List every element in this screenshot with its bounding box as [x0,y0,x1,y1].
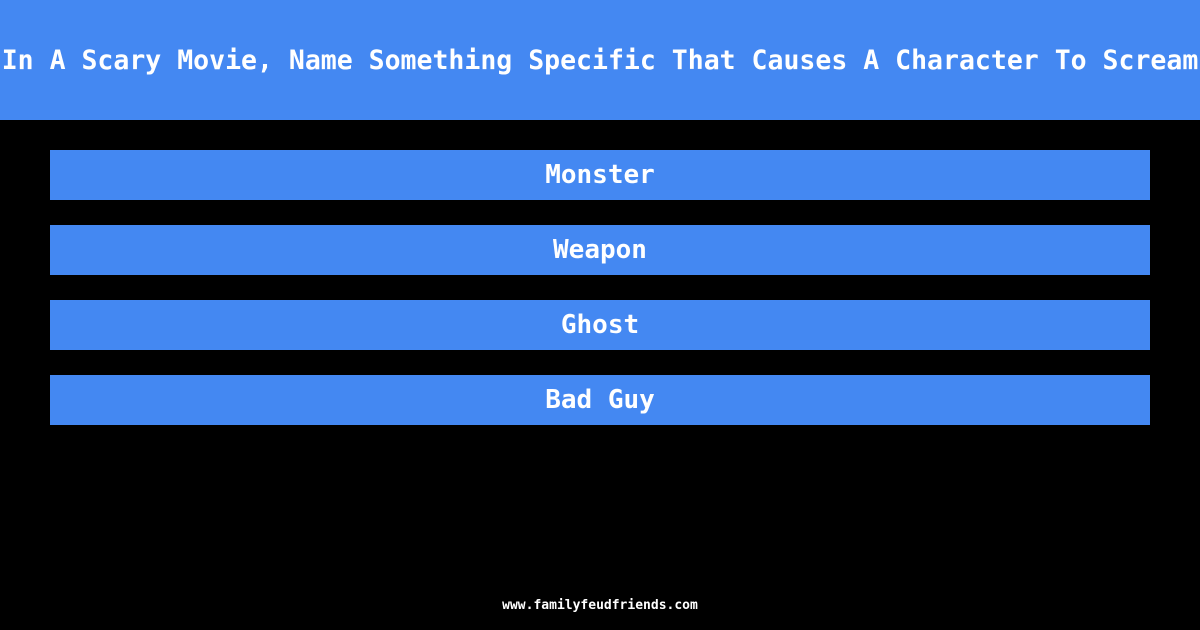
footer-site-url: www.familyfeudfriends.com [502,598,698,613]
question-title: In A Scary Movie, Name Something Specifi… [1,44,1199,76]
answer-item: Bad Guy [50,375,1150,425]
answer-item: Weapon [50,225,1150,275]
answer-list: Monster Weapon Ghost Bad Guy [50,150,1150,450]
answer-item: Ghost [50,300,1150,350]
answer-item: Monster [50,150,1150,200]
question-header: In A Scary Movie, Name Something Specifi… [0,0,1200,120]
